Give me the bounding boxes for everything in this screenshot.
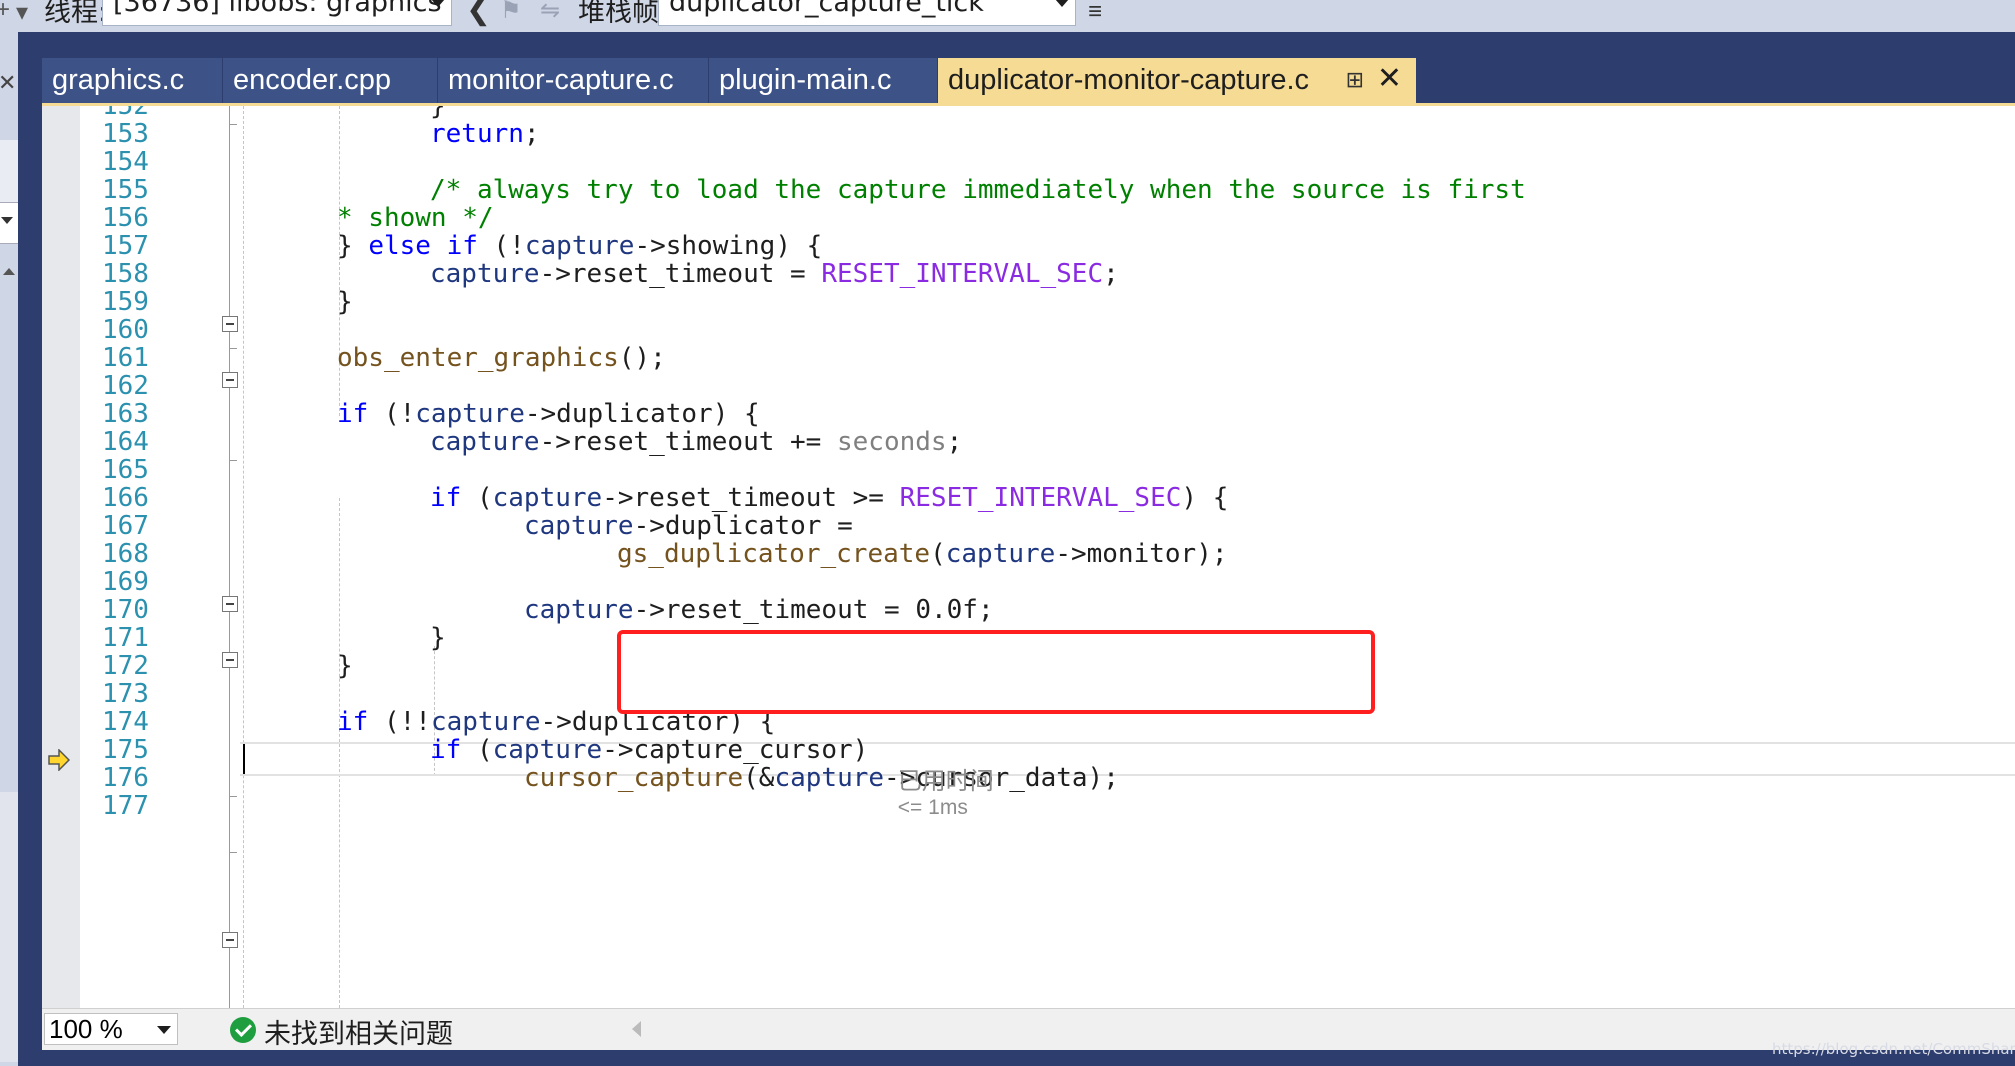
panel-scrollbar[interactable] (0, 792, 18, 1062)
code-line[interactable]: cursor_capture(&capture->cursor_data); (524, 760, 1119, 796)
line-number: 177 (102, 791, 149, 821)
perf-tip[interactable]: 已用时间 <= 1ms (880, 743, 994, 838)
chevron-down-icon (431, 0, 445, 7)
collapse-icon[interactable] (222, 372, 238, 388)
watermark: https://blog.csdn.net/CommShare (1772, 1040, 2015, 1058)
plus-icon[interactable]: + (0, 0, 10, 24)
tab-label: duplicator-monitor-capture.c (948, 64, 1310, 96)
collapse-icon[interactable] (222, 652, 238, 668)
scroll-up-icon[interactable] (3, 268, 15, 275)
overflow-menu-icon[interactable]: ≡ (1088, 0, 1102, 26)
thread-value: [36736] libobs: graphics thread (113, 0, 451, 18)
dropdown-arrow-icon[interactable]: ▾ (16, 0, 28, 27)
perf-tip-value: <= 1ms (897, 796, 968, 819)
code-line[interactable]: obs_enter_graphics(); (337, 340, 666, 376)
chevron-down-icon (1, 217, 13, 224)
frame-bottom (18, 1050, 2015, 1066)
outline-tick (229, 852, 237, 853)
instruction-pointer-icon[interactable] (48, 749, 70, 771)
outline-tick (229, 460, 237, 461)
editor-status-bar: 100 % 未找到相关问题 (42, 1008, 2015, 1050)
panel-fragment (0, 140, 18, 202)
code-line[interactable]: } (337, 284, 353, 320)
zoom-combo[interactable]: 100 % (44, 1013, 178, 1045)
chevron-down-icon (157, 1026, 171, 1034)
zoom-value: 100 % (49, 1014, 123, 1044)
tab-label: monitor-capture.c (448, 64, 674, 96)
thread-label: 线程: (44, 0, 108, 28)
tab-label: plugin-main.c (719, 64, 892, 96)
tab-graphics-c[interactable]: graphics.c (42, 58, 222, 103)
collapse-icon[interactable] (222, 932, 238, 948)
stackframe-label: 堆栈帧: (578, 0, 669, 28)
glyph-margin[interactable] (42, 106, 80, 1008)
chevron-down-icon (1055, 0, 1069, 7)
issues-status[interactable]: 未找到相关问题 (264, 1012, 453, 1051)
outline-line (229, 106, 230, 1008)
close-icon[interactable]: ✕ (1377, 58, 1402, 101)
flag-icon[interactable]: ❮ (466, 0, 491, 27)
code-line[interactable]: capture->reset_timeout += seconds; (430, 424, 962, 460)
code-line[interactable]: /* always try to load the capture immedi… (430, 172, 1526, 208)
tab-plugin-main-c[interactable]: plugin-main.c (709, 58, 937, 103)
switch-thread-icon[interactable]: ⇋ (540, 0, 560, 25)
indent-guide (243, 106, 244, 1008)
code-line[interactable]: capture->reset_timeout = RESET_INTERVAL_… (430, 256, 1119, 292)
stackframe-value: duplicator_capture_tick (669, 0, 984, 18)
pin-icon[interactable]: ⊞ (1346, 58, 1364, 102)
tab-encoder-cpp[interactable]: encoder.cpp (223, 58, 437, 103)
collapse-icon[interactable] (222, 596, 238, 612)
code-line[interactable]: capture->reset_timeout = 0.0f; (524, 592, 994, 628)
code-line[interactable]: gs_duplicator_create(capture->monitor); (617, 536, 1228, 572)
text-caret (243, 744, 245, 774)
scroll-left-icon[interactable] (632, 1021, 641, 1037)
outline-tick (229, 796, 237, 797)
tab-monitor-capture-c[interactable]: monitor-capture.c (438, 58, 708, 103)
tab-duplicator-monitor-capture-c[interactable]: duplicator-monitor-capture.c ⊞ ✕ (938, 58, 1416, 103)
debug-location-toolbar: + ▾ 线程: [36736] libobs: graphics thread … (0, 0, 2015, 32)
highlight-annotation-box (617, 630, 1375, 714)
check-circle-icon (230, 1017, 256, 1043)
code-line[interactable]: } (337, 648, 353, 684)
perf-tip-label: 已用时间 (897, 767, 994, 795)
tab-label: graphics.c (52, 64, 185, 96)
outline-tick (229, 124, 237, 125)
code-line[interactable]: } (430, 620, 446, 656)
stackframe-combo[interactable]: duplicator_capture_tick (658, 0, 1076, 26)
filter-thread-icon[interactable]: ⚑ (500, 0, 522, 25)
document-tabs: graphics.c encoder.cpp monitor-capture.c… (42, 58, 2002, 103)
tab-label: encoder.cpp (233, 64, 392, 96)
close-icon[interactable]: ✕ (0, 70, 16, 96)
code-line[interactable]: return; (430, 116, 540, 152)
thread-combo[interactable]: [36736] libobs: graphics thread (102, 0, 452, 26)
panel-dropdown[interactable] (0, 202, 18, 244)
left-panel-strip: ✕ (0, 32, 18, 1066)
code-editor[interactable]: 152 153 154 155 156 157 158 159 160 161 162 163 164 1… (42, 106, 2015, 1008)
outline-tick (229, 348, 237, 349)
collapse-icon[interactable] (222, 316, 238, 332)
